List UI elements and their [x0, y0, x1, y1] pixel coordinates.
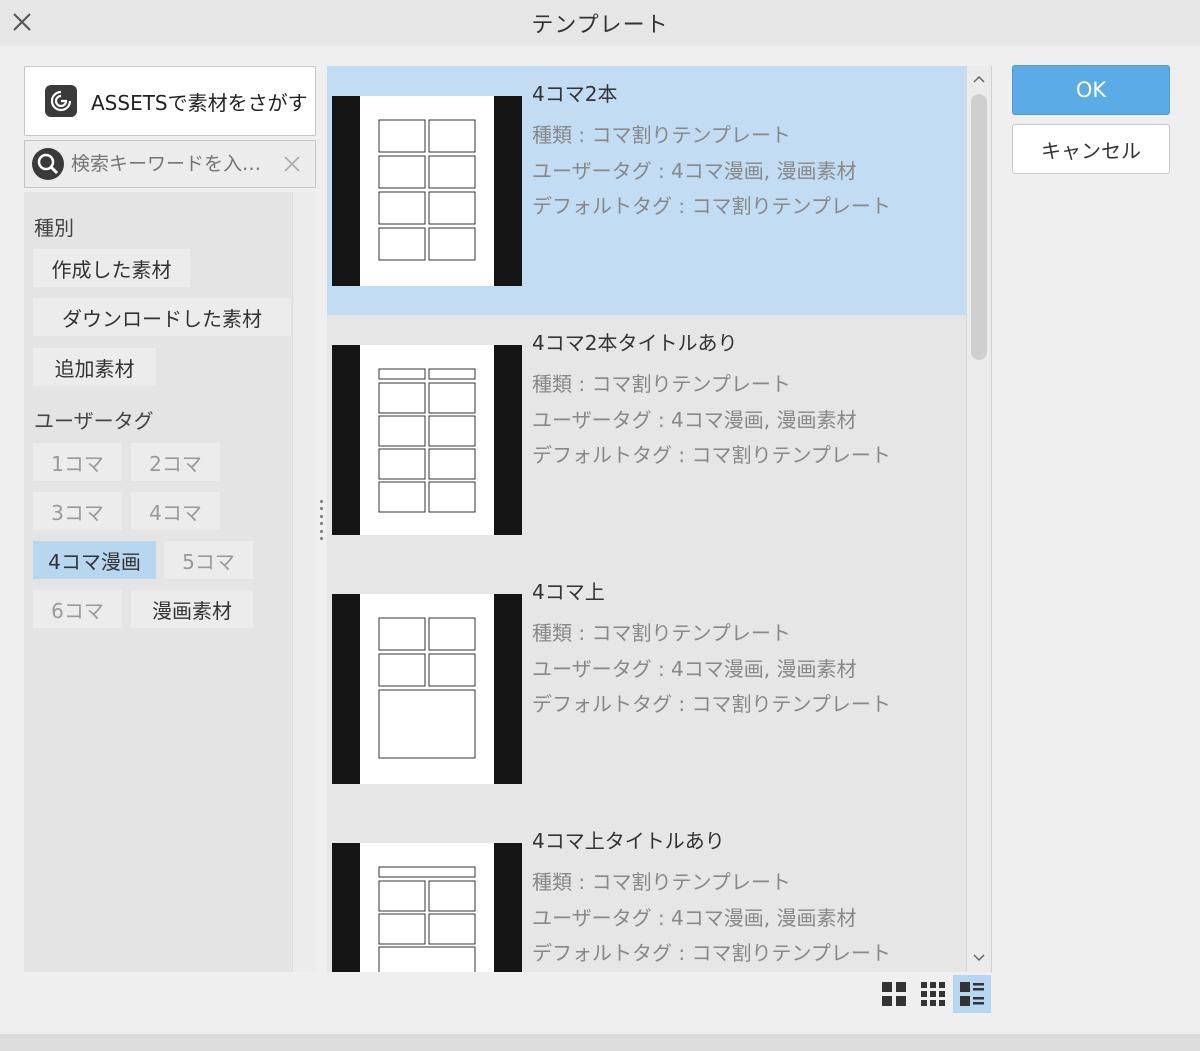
title-bar: テンプレート [0, 0, 1200, 46]
category-heading: 種別 [34, 216, 74, 240]
search-box [24, 140, 316, 188]
user-tag-6koma[interactable]: 6コマ [33, 590, 122, 628]
template-thumbnail [332, 96, 522, 286]
large-grid-view-icon[interactable] [875, 975, 913, 1013]
item-user-tags: ユーザータグ : 4コマ漫画, 漫画素材 [532, 657, 857, 681]
template-thumbnail [332, 345, 522, 535]
scroll-thumb[interactable] [971, 94, 987, 360]
assets-logo-icon [45, 85, 77, 117]
assets-search-label: ASSETSで素材をさがす [91, 90, 308, 115]
list-item[interactable]: 4コマ上 種類 : コマ割りテンプレート ユーザータグ : 4コマ漫画, 漫画素… [327, 564, 966, 813]
cancel-button[interactable]: キャンセル [1012, 124, 1170, 174]
item-type: 種類 : コマ割りテンプレート [532, 372, 791, 396]
close-icon[interactable] [9, 9, 35, 35]
item-user-tags: ユーザータグ : 4コマ漫画, 漫画素材 [532, 408, 857, 432]
pane-splitter-handle[interactable] [318, 500, 324, 540]
item-title: 4コマ2本 [532, 82, 618, 106]
clear-search-icon[interactable] [281, 153, 303, 175]
category-downloaded[interactable]: ダウンロードした素材 [33, 298, 291, 336]
item-default-tags: デフォルトタグ : コマ割りテンプレート [532, 194, 891, 218]
small-grid-view-icon[interactable] [914, 975, 952, 1013]
item-default-tags: デフォルトタグ : コマ割りテンプレート [532, 941, 891, 965]
window-title: テンプレート [531, 13, 669, 38]
detail-list-view-icon[interactable] [953, 975, 991, 1013]
search-input[interactable] [71, 153, 281, 175]
user-tag-1koma[interactable]: 1コマ [33, 443, 122, 481]
list-item[interactable]: 4コマ上タイトルあり 種類 : コマ割りテンプレート ユーザータグ : 4コマ漫… [327, 813, 966, 972]
category-created[interactable]: 作成した素材 [33, 249, 190, 287]
item-default-tags: デフォルトタグ : コマ割りテンプレート [532, 443, 891, 467]
category-added[interactable]: 追加素材 [33, 348, 156, 386]
item-title: 4コマ2本タイトルあり [532, 331, 738, 355]
user-tag-4koma[interactable]: 4コマ [131, 492, 220, 530]
user-tag-3koma[interactable]: 3コマ [33, 492, 122, 530]
template-thumbnail [332, 594, 522, 784]
item-user-tags: ユーザータグ : 4コマ漫画, 漫画素材 [532, 159, 857, 183]
scroll-down-icon[interactable] [969, 948, 989, 968]
user-tag-4koma-manga[interactable]: 4コマ漫画 [33, 541, 156, 579]
item-title: 4コマ上 [532, 580, 605, 604]
template-thumbnail [332, 843, 522, 972]
scroll-up-icon[interactable] [969, 69, 989, 89]
item-type: 種類 : コマ割りテンプレート [532, 621, 791, 645]
template-list: 4コマ2本 種類 : コマ割りテンプレート ユーザータグ : 4コマ漫画, 漫画… [327, 66, 966, 972]
user-tag-heading: ユーザータグ [34, 409, 154, 433]
list-item[interactable]: 4コマ2本 種類 : コマ割りテンプレート ユーザータグ : 4コマ漫画, 漫画… [327, 66, 966, 315]
user-tag-manga-material[interactable]: 漫画素材 [131, 590, 253, 628]
item-type: 種類 : コマ割りテンプレート [532, 870, 791, 894]
bottom-strip [0, 1034, 1200, 1051]
assets-search-button[interactable]: ASSETSで素材をさがす [24, 66, 316, 136]
user-tag-2koma[interactable]: 2コマ [131, 443, 220, 481]
item-type: 種類 : コマ割りテンプレート [532, 123, 791, 147]
list-item[interactable]: 4コマ2本タイトルあり 種類 : コマ割りテンプレート ユーザータグ : 4コマ… [327, 315, 966, 564]
item-title: 4コマ上タイトルあり [532, 829, 725, 853]
filter-panel-scroll-track [292, 192, 316, 972]
search-icon[interactable] [31, 147, 65, 181]
ok-button[interactable]: OK [1012, 65, 1170, 115]
user-tag-5koma[interactable]: 5コマ [164, 541, 253, 579]
item-default-tags: デフォルトタグ : コマ割りテンプレート [532, 692, 891, 716]
item-user-tags: ユーザータグ : 4コマ漫画, 漫画素材 [532, 906, 857, 930]
list-scrollbar[interactable] [966, 66, 992, 972]
